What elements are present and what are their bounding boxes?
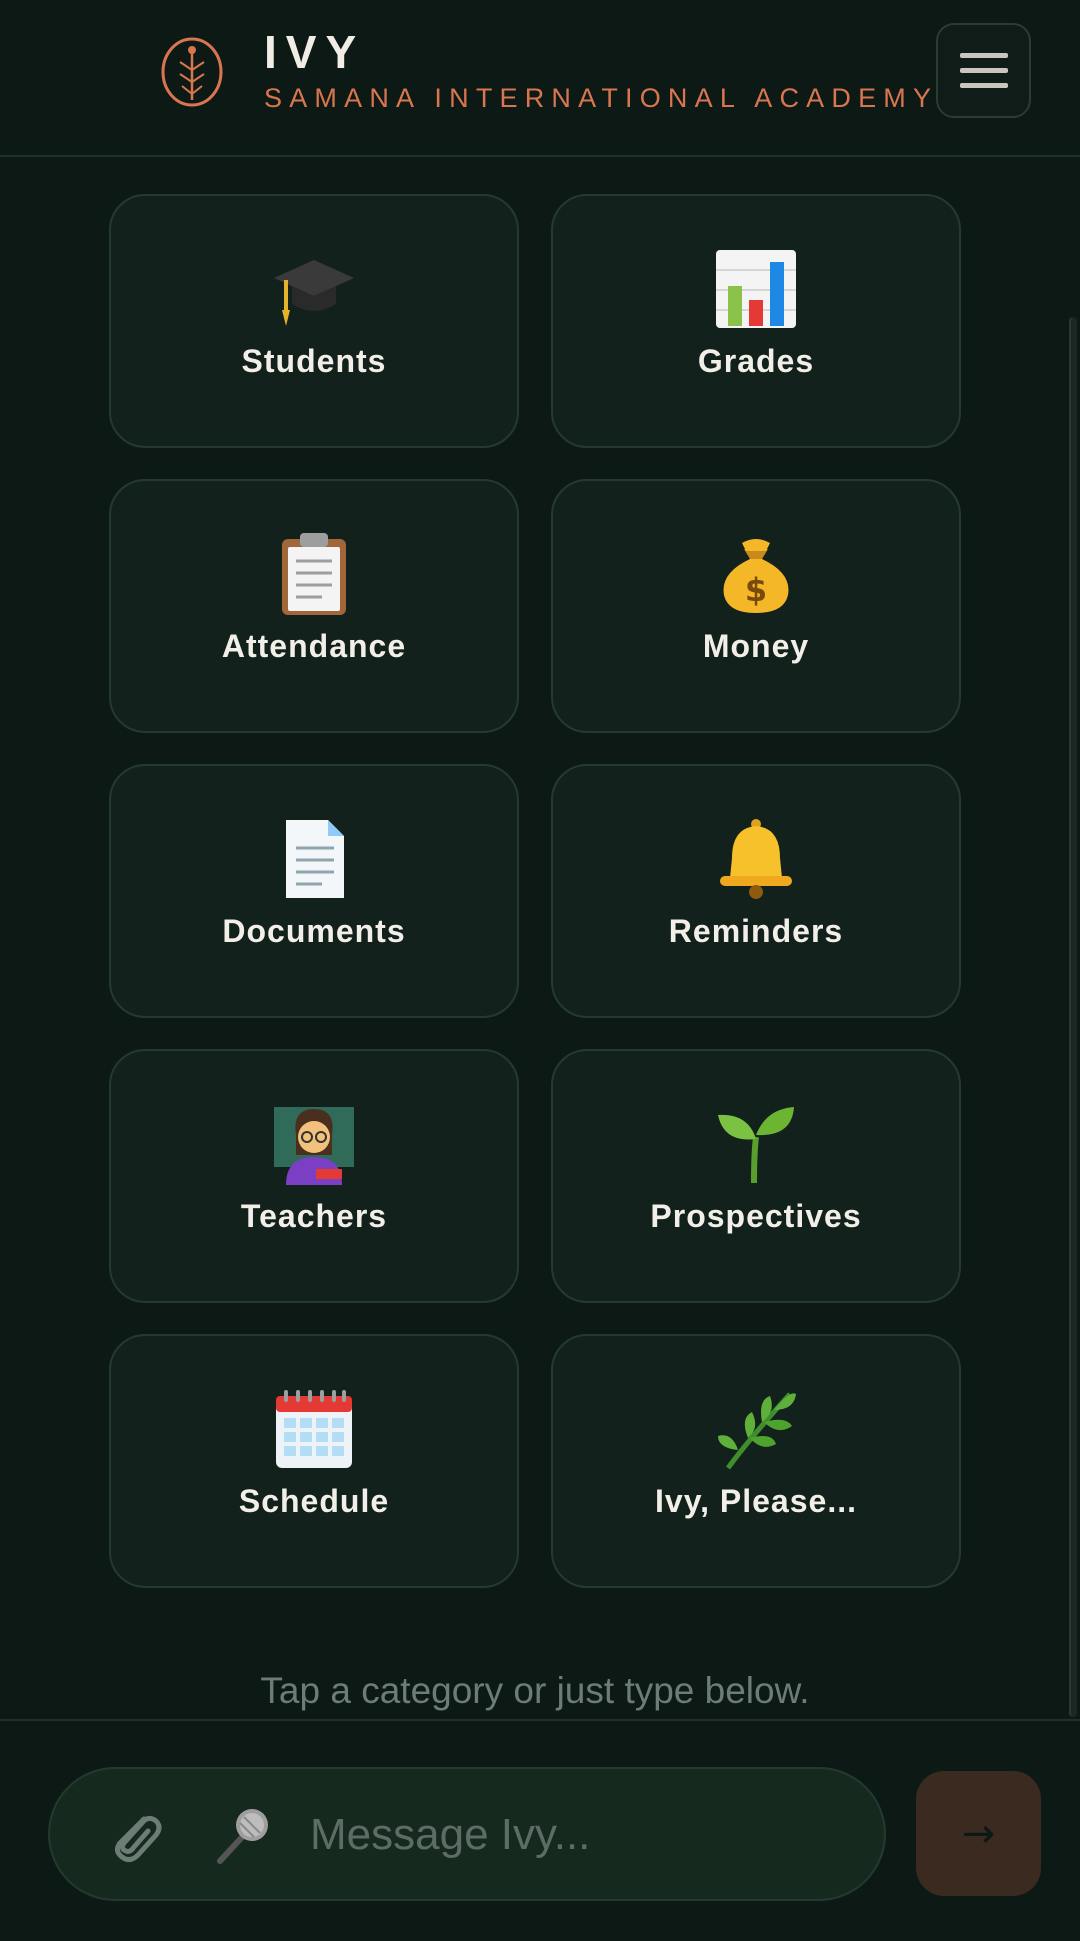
bell-icon (720, 819, 792, 899)
category-grid: Students Grades Attendance $ Money Docum… (0, 159, 1080, 1719)
paperclip-icon[interactable] (104, 1805, 164, 1865)
graduation-cap-icon (274, 260, 354, 326)
message-input[interactable] (308, 1797, 848, 1873)
seedling-icon (718, 1107, 794, 1184)
message-input-container (48, 1767, 886, 1901)
bar-chart-icon (716, 250, 796, 328)
category-students[interactable]: Students (109, 194, 519, 448)
menu-button[interactable] (936, 23, 1031, 118)
send-button[interactable]: → (916, 1771, 1041, 1896)
scrollbar[interactable] (1069, 317, 1077, 1717)
category-label: Prospectives (650, 1198, 862, 1234)
category-attendance[interactable]: Attendance (109, 479, 519, 733)
category-label: Grades (697, 343, 815, 379)
category-label: Reminders (668, 913, 844, 949)
category-grades[interactable]: Grades (551, 194, 961, 448)
hint-text: Tap a category or just type below. (260, 1670, 810, 1711)
arrow-right-icon: → (961, 1810, 996, 1857)
category-label: Teachers (240, 1198, 388, 1234)
category-reminders[interactable]: Reminders (551, 764, 961, 1018)
app-header: IVY SAMANA INTERNATIONAL ACADEMY (0, 0, 1080, 157)
category-money[interactable]: $ Money (551, 479, 961, 733)
category-label: Documents (222, 913, 406, 949)
category-prospectives[interactable]: Prospectives (551, 1049, 961, 1303)
app-title: IVY (264, 26, 366, 78)
document-icon (286, 820, 344, 898)
category-label: Schedule (238, 1483, 390, 1519)
microphone-icon[interactable] (212, 1805, 272, 1865)
calendar-icon (276, 1390, 352, 1468)
hamburger-menu-icon (959, 52, 1008, 88)
clipboard-icon (282, 533, 346, 615)
category-ivy-please[interactable]: Ivy, Please... (551, 1334, 961, 1588)
category-teachers[interactable]: Teachers (109, 1049, 519, 1303)
category-label: Attendance (221, 628, 407, 664)
teacher-icon (274, 1107, 354, 1185)
category-label: Money (702, 628, 810, 664)
money-bag-icon: $ (723, 539, 789, 613)
category-documents[interactable]: Documents (109, 764, 519, 1018)
leaf-seed-logo-icon (161, 37, 223, 107)
svg-text:$: $ (745, 571, 767, 609)
message-composer: → (0, 1719, 1080, 1941)
category-label: Students (241, 343, 387, 379)
category-label: Ivy, Please... (655, 1483, 857, 1519)
school-name: SAMANA INTERNATIONAL ACADEMY (264, 83, 939, 113)
herb-icon (718, 1392, 796, 1470)
category-schedule[interactable]: Schedule (109, 1334, 519, 1588)
